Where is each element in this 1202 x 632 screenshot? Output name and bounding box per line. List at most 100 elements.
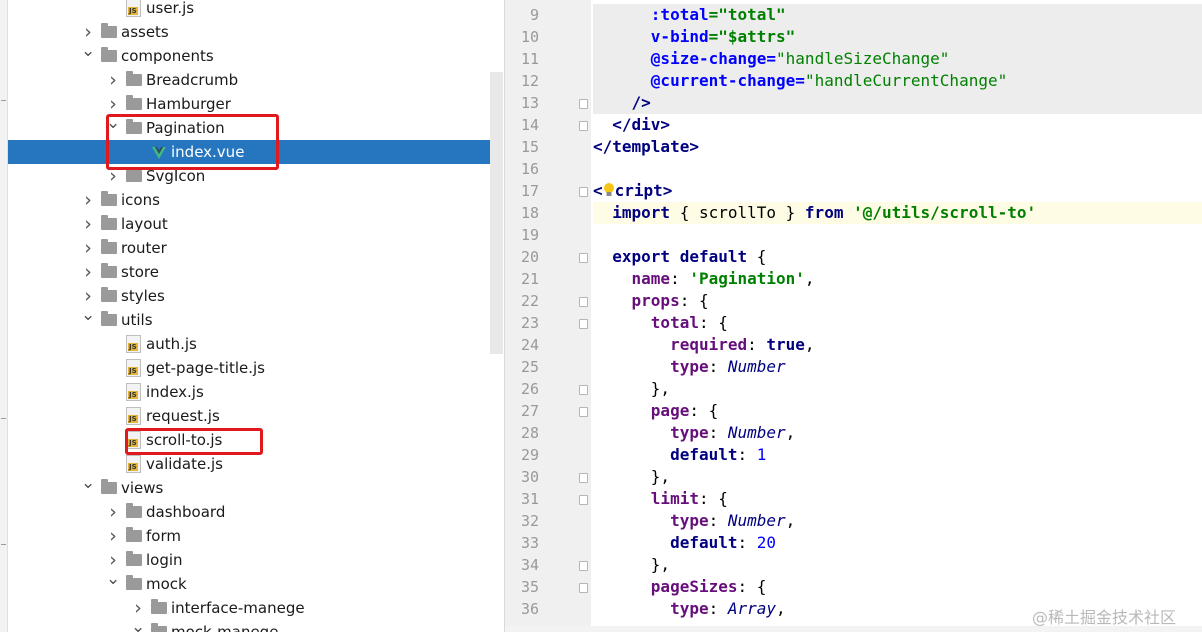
- code-line[interactable]: name: 'Pagination',: [593, 268, 1202, 290]
- line-number: 13: [520, 94, 539, 112]
- tree-row[interactable]: › router: [8, 236, 490, 260]
- code-line[interactable]: },: [593, 378, 1202, 400]
- tree-row[interactable]: JS request.js: [8, 404, 490, 428]
- code-line[interactable]: </div>: [593, 114, 1202, 136]
- tree-row[interactable]: ⌄ mock-manege: [8, 617, 490, 632]
- chevron-right-icon[interactable]: ›: [106, 68, 120, 92]
- tree-row[interactable]: ⌄ views: [8, 473, 490, 500]
- line-number: 25: [520, 358, 539, 376]
- code-line[interactable]: </template>: [593, 136, 1202, 158]
- tree-row[interactable]: › dashboard: [8, 500, 490, 524]
- code-line[interactable]: props: {: [593, 290, 1202, 312]
- code-line[interactable]: type: Number: [593, 356, 1202, 378]
- line-number: 23: [520, 314, 539, 332]
- tree-row[interactable]: JS get-page-title.js: [8, 356, 490, 380]
- fold-marker-icon[interactable]: [579, 297, 588, 307]
- tree-row[interactable]: › icons: [8, 188, 490, 212]
- folder-icon: [126, 527, 142, 542]
- code-line[interactable]: default: 20: [593, 532, 1202, 554]
- tree-row-label: get-page-title.js: [146, 359, 265, 377]
- line-number: 21: [520, 270, 539, 288]
- fold-marker-icon[interactable]: [579, 495, 588, 505]
- tree-row-label: store: [121, 263, 159, 281]
- code-line[interactable]: />: [593, 92, 1202, 114]
- code-line[interactable]: [593, 158, 1202, 180]
- tree-row[interactable]: › layout: [8, 212, 490, 236]
- chevron-down-icon[interactable]: ⌄: [81, 303, 95, 327]
- code-editor[interactable]: 9 10 11 12 13 14 15 16 17 18 19 20 21 22 23 24 25 26 27 28 2…: [504, 0, 1202, 632]
- tree-row[interactable]: › SvgIcon: [8, 164, 490, 188]
- fold-marker-icon[interactable]: [579, 99, 588, 109]
- code-line[interactable]: page: {: [593, 400, 1202, 422]
- js-file-icon: JS: [126, 407, 141, 425]
- code-line[interactable]: required: true,: [593, 334, 1202, 356]
- chevron-down-icon[interactable]: ⌄: [106, 567, 120, 591]
- folder-icon: [101, 215, 117, 230]
- code-line[interactable]: v-bind="$attrs": [593, 26, 1202, 48]
- fold-marker-icon[interactable]: [579, 319, 588, 329]
- chevron-down-icon[interactable]: ⌄: [106, 111, 120, 135]
- tree-row[interactable]: ⌄ components: [8, 41, 490, 68]
- code-line[interactable]: },: [593, 466, 1202, 488]
- chevron-right-icon[interactable]: ›: [106, 524, 120, 548]
- code-line[interactable]: @size-change="handleSizeChange": [593, 48, 1202, 70]
- code-line[interactable]: type: Number,: [593, 422, 1202, 444]
- tree-row[interactable]: › Breadcrumb: [8, 68, 490, 92]
- code-line[interactable]: :total="total": [593, 4, 1202, 26]
- tree-row[interactable]: › form: [8, 524, 490, 548]
- chevron-down-icon[interactable]: ⌄: [81, 471, 95, 495]
- chevron-right-icon[interactable]: ›: [81, 188, 95, 212]
- code-line[interactable]: import { scrollTo } from '@/utils/scroll…: [593, 202, 1202, 224]
- code-line[interactable]: export default {: [593, 246, 1202, 268]
- code-line[interactable]: pageSizes: {: [593, 576, 1202, 598]
- line-number: 19: [520, 226, 539, 244]
- line-number: 10: [520, 28, 539, 46]
- code-line[interactable]: [593, 224, 1202, 246]
- fold-marker-icon[interactable]: [579, 121, 588, 131]
- tree-row-label: mock-manege: [171, 623, 279, 632]
- fold-marker-icon[interactable]: [579, 583, 588, 593]
- tree-row[interactable]: index.vue: [8, 140, 503, 164]
- line-number: 32: [520, 512, 539, 530]
- chevron-right-icon[interactable]: ›: [106, 164, 120, 188]
- code-line[interactable]: },: [593, 554, 1202, 576]
- tree-row[interactable]: JS user.js: [8, 0, 490, 20]
- tree-row[interactable]: ⌄ Pagination: [8, 113, 490, 140]
- tree-row[interactable]: ⌄ mock: [8, 569, 490, 596]
- code-line[interactable]: limit: {: [593, 488, 1202, 510]
- tree-row[interactable]: › login: [8, 548, 490, 572]
- line-number: 9: [529, 6, 539, 24]
- lightbulb-icon[interactable]: [603, 182, 615, 198]
- fold-marker-icon[interactable]: [579, 385, 588, 395]
- code-line[interactable]: @current-change="handleCurrentChange": [593, 70, 1202, 92]
- tree-row[interactable]: › store: [8, 260, 490, 284]
- chevron-right-icon[interactable]: ›: [81, 260, 95, 284]
- code-line[interactable]: type: Number,: [593, 510, 1202, 532]
- chevron-right-icon[interactable]: ›: [81, 236, 95, 260]
- code-line[interactable]: < cript>: [593, 180, 1202, 202]
- code-line[interactable]: total: {: [593, 312, 1202, 334]
- fold-marker-icon[interactable]: [579, 187, 588, 197]
- folder-icon: [101, 311, 117, 326]
- code-line[interactable]: default: 1: [593, 444, 1202, 466]
- fold-marker-icon[interactable]: [579, 473, 588, 483]
- tree-row[interactable]: ⌄ utils: [8, 305, 490, 332]
- fold-marker-icon[interactable]: [579, 561, 588, 571]
- tree-row[interactable]: JS index.js: [8, 380, 490, 404]
- folder-icon: [101, 47, 117, 62]
- tree-row[interactable]: JS auth.js: [8, 332, 490, 356]
- chevron-right-icon[interactable]: ›: [106, 500, 120, 524]
- fold-marker-icon[interactable]: [579, 253, 588, 263]
- folder-icon: [151, 599, 167, 614]
- tree-row-label: index.vue: [171, 143, 245, 161]
- tree-row-label: form: [146, 527, 181, 545]
- chevron-down-icon[interactable]: ⌄: [131, 615, 145, 632]
- tree-row[interactable]: › Hamburger: [8, 92, 490, 116]
- chevron-down-icon[interactable]: ⌄: [81, 39, 95, 63]
- tree-row[interactable]: › interface-manege: [8, 596, 490, 620]
- chevron-right-icon[interactable]: ›: [81, 212, 95, 236]
- tree-row[interactable]: JS scroll-to.js: [8, 428, 490, 452]
- fold-marker-icon[interactable]: [579, 407, 588, 417]
- js-file-icon: JS: [126, 383, 141, 401]
- tree-scrollbar[interactable]: [490, 72, 503, 354]
